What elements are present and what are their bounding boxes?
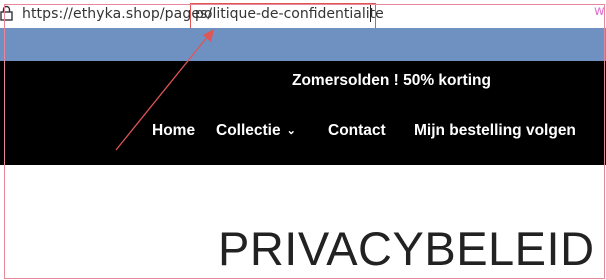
- chevron-down-icon: ⌄: [286, 125, 296, 137]
- lock-icon: [0, 5, 13, 21]
- nav-collectie[interactable]: Collectie ⌄: [216, 122, 296, 140]
- nav-home[interactable]: Home: [152, 122, 195, 140]
- site-top-bar: [0, 28, 606, 61]
- nav-contact[interactable]: Contact: [328, 122, 386, 140]
- nav-order-tracking[interactable]: Mijn bestelling volgen: [414, 122, 576, 140]
- url-highlight-box: [190, 3, 376, 29]
- url-text[interactable]: https://ethyka.shop/pages/: [22, 6, 212, 22]
- page-title: PRIVACYBELEID: [218, 222, 595, 275]
- nav-collectie-label: Collectie: [216, 122, 281, 139]
- promo-banner: Zomersolden ! 50% korting: [292, 72, 491, 89]
- address-bar[interactable]: https://ethyka.shop/pages/ politique-de-…: [0, 0, 606, 29]
- corner-mark: w: [594, 4, 605, 19]
